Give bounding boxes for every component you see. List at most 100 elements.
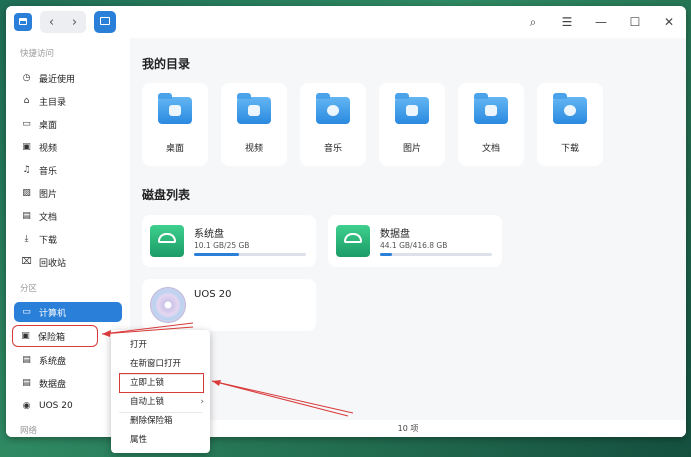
- dir-label: 视频: [244, 144, 263, 154]
- desktop-icon: ▭: [22, 119, 31, 129]
- document-folder-icon: [474, 93, 508, 124]
- network-header: 网络: [20, 426, 38, 436]
- disk-name: 系统盘: [194, 229, 224, 240]
- item-count: 10 项: [397, 424, 419, 433]
- disk-icon: ▤: [22, 378, 31, 388]
- titlebar: ‹ › ⌕ ☰ — ☐ ✕: [6, 6, 686, 38]
- maximize-icon: ☐: [629, 15, 641, 29]
- disk-card-system[interactable]: 系统盘 10.1 GB/25 GB: [142, 215, 316, 267]
- titlebar-controls: ⌕ ☰ — ☐ ✕: [516, 6, 686, 38]
- sidebar-item-system-disk[interactable]: ▤ 系统盘: [14, 350, 122, 370]
- disk-usage-fill: [380, 253, 393, 256]
- data-disk-icon: [336, 225, 370, 257]
- sidebar-item-documents[interactable]: ▤ 文档: [14, 206, 122, 226]
- minimize-button[interactable]: —: [584, 6, 618, 38]
- dir-card-documents[interactable]: 文档: [458, 83, 524, 166]
- picture-icon: ▨: [22, 188, 31, 198]
- system-disk-icon: [150, 225, 184, 257]
- sidebar-item-trash[interactable]: ⌧ 回收站: [14, 252, 122, 272]
- disc-icon: ◉: [22, 401, 31, 411]
- submenu-arrow-icon: ›: [200, 397, 204, 407]
- forward-button[interactable]: ›: [63, 11, 86, 33]
- sidebar-item-uos-disc[interactable]: ◉ UOS 20: [14, 396, 122, 416]
- sidebar-item-label: UOS 20: [39, 401, 73, 411]
- sidebar-item-data-disk[interactable]: ▤ 数据盘: [14, 373, 122, 393]
- menu-item-label: 自动上锁: [130, 397, 165, 407]
- disk-card-uos[interactable]: UOS 20: [142, 279, 316, 331]
- computer-path-button[interactable]: [94, 11, 116, 33]
- search-button[interactable]: ⌕: [516, 6, 550, 38]
- music-folder-icon: [316, 93, 350, 124]
- disk-icon: ▤: [22, 355, 31, 365]
- sidebar-item-vault[interactable]: ▣ 保险箱: [12, 325, 98, 347]
- menu-item-open-new-window[interactable]: 在新窗口打开: [111, 355, 210, 373]
- sidebar-item-label: 主目录: [39, 97, 67, 108]
- file-manager-app-icon: [14, 13, 32, 31]
- menu-icon: ☰: [561, 15, 573, 29]
- dir-label: 文档: [481, 144, 500, 154]
- dir-card-pictures[interactable]: 图片: [379, 83, 445, 166]
- video-icon: ▣: [22, 142, 31, 152]
- menu-button[interactable]: ☰: [550, 6, 584, 38]
- computer-icon: ▭: [22, 307, 31, 317]
- sidebar-item-music[interactable]: ♫ 音乐: [14, 160, 122, 180]
- home-icon: ⌂: [23, 96, 30, 106]
- video-folder-icon: [237, 93, 271, 124]
- picture-folder-icon: [395, 93, 429, 124]
- download-icon: ⤓: [24, 234, 29, 244]
- sidebar-item-label: 文档: [39, 212, 58, 223]
- dir-card-desktop[interactable]: 桌面: [142, 83, 208, 166]
- menu-item-lock-now[interactable]: 立即上锁: [119, 373, 204, 393]
- download-folder-icon: [553, 93, 587, 124]
- dir-label: 下载: [560, 144, 579, 154]
- sidebar-item-desktop[interactable]: ▭ 桌面: [14, 114, 122, 134]
- sidebar-item-videos[interactable]: ▣ 视频: [14, 137, 122, 157]
- back-button[interactable]: ‹: [40, 11, 63, 33]
- sidebar-item-label: 回收站: [39, 258, 67, 269]
- dir-label: 桌面: [165, 144, 184, 154]
- close-button[interactable]: ✕: [652, 6, 686, 38]
- menu-item-delete-vault[interactable]: 删除保险箱: [111, 412, 210, 430]
- menu-item-auto-lock[interactable]: 自动上锁 ›: [111, 393, 210, 411]
- desktop-folder-icon: [158, 93, 192, 124]
- disk-usage-bar: [380, 253, 492, 256]
- file-manager-window: ‹ › ⌕ ☰ — ☐ ✕ 快捷访问 ◷ 最近使用 ⌂ 主目录 ▭ 桌面 ▣ 视频 ♫ 音…: [6, 6, 686, 437]
- partition-header: 分区: [20, 284, 38, 294]
- forward-icon: ›: [71, 14, 78, 30]
- disk-list-title: 磁盘列表: [142, 188, 191, 202]
- sidebar-item-home[interactable]: ⌂ 主目录: [14, 91, 122, 111]
- sidebar-item-label: 最近使用: [39, 74, 76, 85]
- sidebar-item-downloads[interactable]: ⤓ 下载: [14, 229, 122, 249]
- dir-card-videos[interactable]: 视频: [221, 83, 287, 166]
- sidebar-item-computer[interactable]: ▭ 计算机: [14, 302, 122, 322]
- disk-name: UOS 20: [194, 289, 232, 300]
- my-directories-title: 我的目录: [142, 57, 191, 71]
- disk-size: 44.1 GB/416.8 GB: [380, 241, 448, 250]
- sidebar-item-label: 数据盘: [39, 379, 67, 390]
- sidebar-item-label: 下载: [39, 235, 58, 246]
- disk-usage-fill: [194, 253, 239, 256]
- close-icon: ✕: [663, 15, 675, 29]
- main-content: 我的目录 桌面 视频 音乐 图片 文档 下载 磁盘列表 系统盘 10.1 GB/…: [130, 38, 686, 437]
- clock-icon: ◷: [22, 73, 31, 83]
- sidebar-item-label: 保险箱: [38, 332, 66, 343]
- disk-name: 数据盘: [380, 229, 410, 240]
- trash-icon: ⌧: [21, 257, 32, 267]
- optical-disc-icon: [150, 287, 186, 323]
- minimize-icon: —: [595, 15, 607, 29]
- document-icon: ▤: [22, 211, 31, 221]
- back-icon: ‹: [48, 14, 55, 30]
- sidebar-item-label: 音乐: [39, 166, 58, 177]
- sidebar-item-label: 桌面: [39, 120, 58, 131]
- dir-card-music[interactable]: 音乐: [300, 83, 366, 166]
- vault-icon: ▣: [21, 331, 30, 341]
- nav-button-group: ‹ ›: [40, 11, 86, 33]
- menu-item-properties[interactable]: 属性: [111, 431, 210, 449]
- quick-access-header: 快捷访问: [20, 49, 55, 59]
- menu-item-open[interactable]: 打开: [111, 336, 210, 354]
- disk-card-data[interactable]: 数据盘 44.1 GB/416.8 GB: [328, 215, 502, 267]
- maximize-button[interactable]: ☐: [618, 6, 652, 38]
- dir-card-downloads[interactable]: 下载: [537, 83, 603, 166]
- sidebar-item-recent[interactable]: ◷ 最近使用: [14, 68, 122, 88]
- sidebar-item-pictures[interactable]: ▨ 图片: [14, 183, 122, 203]
